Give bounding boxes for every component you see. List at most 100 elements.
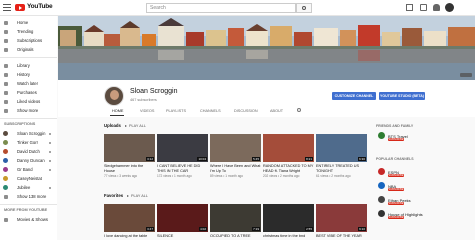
- sidebar-item-history[interactable]: History: [0, 70, 57, 79]
- sidebar-item-label: Liked videos: [17, 99, 41, 104]
- purchases-icon: [4, 90, 8, 95]
- subscribe-button[interactable]: SUBSCRIBE: [388, 216, 404, 219]
- youtube-studio-button[interactable]: YOUTUBE STUDIO (BETA): [379, 92, 425, 100]
- channel-avatar[interactable]: [378, 132, 385, 139]
- video-title[interactable]: I love dancing at the table: [104, 234, 155, 239]
- channel-list-item[interactable]: BTS Travel SUBSCRIBE: [376, 131, 475, 141]
- sidebar-divider: [0, 57, 57, 58]
- uploads-heading[interactable]: Uploads: [104, 123, 121, 128]
- video-thumbnail[interactable]: 9:10: [316, 204, 367, 232]
- channel-links-badge[interactable]: [460, 73, 472, 77]
- channel-avatar[interactable]: [378, 168, 385, 175]
- sidebar-item-watch-later[interactable]: Watch later: [0, 79, 57, 88]
- sidebar-item-subscriptions[interactable]: Subscriptions: [0, 36, 57, 45]
- subscriptions-heading: SUBSCRIPTIONS: [4, 122, 36, 126]
- video-thumbnail[interactable]: 2:55: [263, 204, 314, 232]
- video-thumbnail[interactable]: 3:12: [104, 134, 155, 162]
- history-icon: [4, 72, 8, 77]
- sidebar-item-purchases[interactable]: Purchases: [0, 88, 57, 97]
- sidebar-item-trending[interactable]: Trending: [0, 27, 57, 36]
- home-icon: [4, 20, 8, 25]
- youtube-logo-icon[interactable]: [15, 4, 25, 11]
- channel-avatar: [3, 131, 8, 136]
- video-title[interactable]: christmas time in the bnd: [263, 234, 314, 239]
- video-title[interactable]: BEST VIBE OF THE YEAR: [316, 234, 367, 239]
- sidebar-item-movies-shows[interactable]: Movies & Shows: [0, 215, 57, 224]
- favorites-heading[interactable]: Favorites: [104, 193, 123, 198]
- video-meta: 61 views • 2 months ago: [316, 174, 351, 178]
- tab-discussion[interactable]: DISCUSSION: [234, 109, 258, 113]
- video-meta: 202 views • 2 months ago: [263, 174, 300, 178]
- sidebar-subscription[interactable]: Gr Band: [0, 165, 57, 174]
- channel-avatar[interactable]: [378, 210, 385, 217]
- subscribe-button[interactable]: SUBSCRIBE: [388, 202, 404, 205]
- video-title[interactable]: OCCUPIED TO A TREE: [210, 234, 261, 239]
- sidebar-subscription[interactable]: Tinker Gorr: [0, 138, 57, 147]
- video-duration: 3:47: [146, 227, 154, 231]
- sidebar-item-home[interactable]: Home: [0, 18, 57, 27]
- video-title[interactable]: SILENCE: [157, 234, 208, 239]
- tab-playlists[interactable]: PLAYLISTS: [166, 109, 186, 113]
- channel-list-item[interactable]: NBA SUBSCRIBE: [376, 181, 475, 191]
- channel-list-item[interactable]: Ethan Peeks SUBSCRIBE: [376, 195, 475, 205]
- channel-banner: [58, 16, 475, 80]
- video-title[interactable]: RANDOM ATTACKED TO MY HEAD ft. Tiana Wri…: [263, 164, 314, 173]
- subscribe-button[interactable]: SUBSCRIBE: [388, 174, 404, 177]
- video-thumbnail[interactable]: 6:30: [316, 134, 367, 162]
- notifications-bell-icon[interactable]: [433, 4, 440, 11]
- film-icon: [4, 217, 8, 222]
- video-thumbnail[interactable]: 7:19: [210, 204, 261, 232]
- video-title[interactable]: Sledgehammer into the House: [104, 164, 155, 173]
- video-thumbnail[interactable]: 5:45: [210, 134, 261, 162]
- apps-icon[interactable]: [406, 4, 413, 11]
- logo-text[interactable]: YouTube: [27, 3, 53, 10]
- masthead: YouTube Search: [0, 0, 475, 16]
- channel-avatar[interactable]: [378, 196, 385, 203]
- channel-list-item[interactable]: House of Highlights SUBSCRIBE: [376, 209, 475, 219]
- tab-home[interactable]: HOME: [112, 109, 123, 113]
- favorites-play-all-button[interactable]: PLAY ALL: [127, 194, 148, 198]
- sidebar-subscription[interactable]: Jubilee: [0, 183, 57, 192]
- tab-about[interactable]: ABOUT: [270, 109, 283, 113]
- search-input[interactable]: Search: [146, 3, 296, 13]
- video-thumbnail[interactable]: 4:02: [157, 204, 208, 232]
- channel-search-icon[interactable]: [297, 108, 301, 112]
- sidebar-show-more[interactable]: Show more: [0, 106, 57, 115]
- uploads-play-all-button[interactable]: PLAY ALL: [125, 124, 146, 128]
- account-avatar[interactable]: [445, 3, 454, 12]
- channel-list-item[interactable]: ESPN SUBSCRIBE: [376, 167, 475, 177]
- video-title[interactable]: I CANT BELIEVE HE DID THIS IN THE CAR: [157, 164, 208, 173]
- video-duration: 4:02: [199, 227, 207, 231]
- sidebar-item-originals[interactable]: Originals: [0, 45, 57, 54]
- sidebar-show-more-subscriptions[interactable]: Show 138 more: [0, 192, 57, 201]
- sidebar-subscription[interactable]: Danny Duncan: [0, 156, 57, 165]
- sidebar-item-label: Purchases: [17, 90, 37, 95]
- sidebar-item-liked-videos[interactable]: Liked videos: [0, 97, 57, 106]
- channel-avatar[interactable]: [378, 182, 385, 189]
- search-button[interactable]: [296, 3, 312, 13]
- menu-icon[interactable]: [3, 4, 11, 11]
- video-thumbnail[interactable]: 8:21: [263, 134, 314, 162]
- video-title[interactable]: Where I Have Been and What I'm Up To: [210, 164, 261, 173]
- tab-channels[interactable]: CHANNELS: [200, 109, 221, 113]
- sidebar-subscription[interactable]: David Dutch: [0, 147, 57, 156]
- sidebar-item-library[interactable]: Library: [0, 61, 57, 70]
- messages-icon[interactable]: [420, 4, 427, 11]
- video-thumbnail[interactable]: 10:04: [157, 134, 208, 162]
- sidebar: Home Trending Subscriptions Originals Li…: [0, 16, 57, 240]
- subscribe-button[interactable]: SUBSCRIBE: [388, 188, 404, 191]
- video-duration: 6:30: [358, 157, 366, 161]
- sidebar-item-label: Tinker Gorr: [17, 140, 39, 145]
- video-thumbnail[interactable]: 3:47: [104, 204, 155, 232]
- sidebar-item-label: Home: [17, 20, 29, 25]
- sidebar-subscription[interactable]: CaseyNeistat: [0, 174, 57, 183]
- channel-avatar[interactable]: [104, 86, 124, 106]
- sidebar-subscription[interactable]: Sloan Scroggin: [0, 129, 57, 138]
- channel-avatar: [3, 158, 8, 163]
- video-title[interactable]: ENTIRELY TREATED US TONIGHT: [316, 164, 367, 173]
- new-content-dot-icon: [49, 141, 51, 144]
- channel-avatar: [3, 167, 8, 172]
- tab-videos[interactable]: VIDEOS: [140, 109, 154, 113]
- subscribe-button[interactable]: SUBSCRIBE: [388, 138, 404, 141]
- customize-channel-button[interactable]: CUSTOMIZE CHANNEL: [332, 92, 376, 100]
